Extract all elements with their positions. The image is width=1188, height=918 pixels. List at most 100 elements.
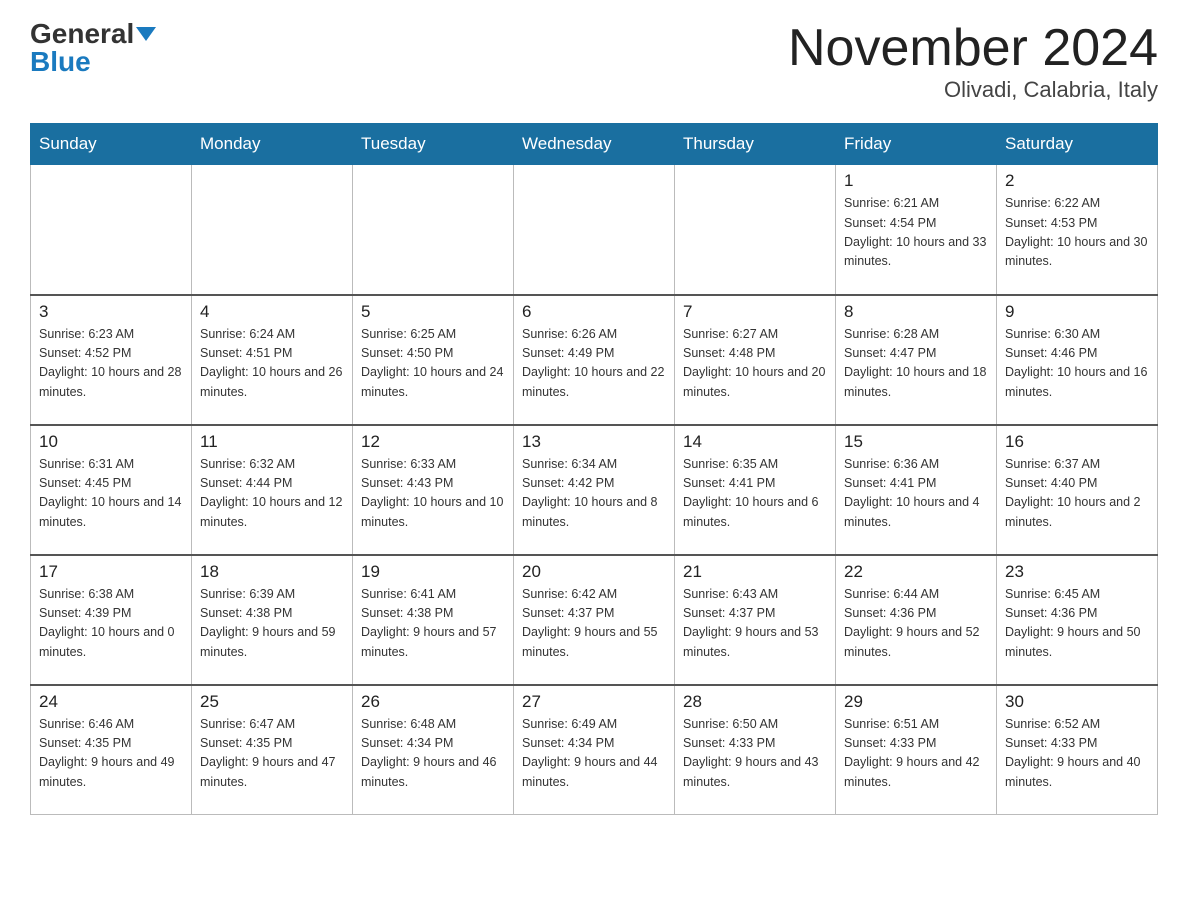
day-number: 18 — [200, 562, 344, 582]
day-number: 10 — [39, 432, 183, 452]
day-info: Sunrise: 6:52 AMSunset: 4:33 PMDaylight:… — [1005, 715, 1149, 793]
calendar-week-row: 24 Sunrise: 6:46 AMSunset: 4:35 PMDayligh… — [31, 685, 1158, 815]
day-number: 27 — [522, 692, 666, 712]
table-row: 5 Sunrise: 6:25 AMSunset: 4:50 PMDaylight… — [353, 295, 514, 425]
day-number: 5 — [361, 302, 505, 322]
table-row: 10 Sunrise: 6:31 AMSunset: 4:45 PMDayligh… — [31, 425, 192, 555]
table-row — [353, 165, 514, 295]
calendar-week-row: 17 Sunrise: 6:38 AMSunset: 4:39 PMDayligh… — [31, 555, 1158, 685]
table-row — [514, 165, 675, 295]
day-info: Sunrise: 6:35 AMSunset: 4:41 PMDaylight:… — [683, 455, 827, 533]
day-number: 8 — [844, 302, 988, 322]
day-info: Sunrise: 6:32 AMSunset: 4:44 PMDaylight:… — [200, 455, 344, 533]
page-header: General Blue November 2024 Olivadi, Cala… — [30, 20, 1158, 103]
table-row: 30 Sunrise: 6:52 AMSunset: 4:33 PMDayligh… — [997, 685, 1158, 815]
logo-triangle-icon — [136, 27, 156, 41]
table-row: 1Sunrise: 6:21 AMSunset: 4:54 PMDaylight… — [836, 165, 997, 295]
table-row: 7Sunrise: 6:27 AMSunset: 4:48 PMDaylight… — [675, 295, 836, 425]
col-wednesday: Wednesday — [514, 124, 675, 165]
day-number: 16 — [1005, 432, 1149, 452]
table-row: 15 Sunrise: 6:36 AMSunset: 4:41 PMDayligh… — [836, 425, 997, 555]
col-friday: Friday — [836, 124, 997, 165]
day-info: Sunrise: 6:24 AMSunset: 4:51 PMDaylight:… — [200, 325, 344, 403]
table-row: 8 Sunrise: 6:28 AMSunset: 4:47 PMDaylight… — [836, 295, 997, 425]
day-number: 24 — [39, 692, 183, 712]
day-number: 17 — [39, 562, 183, 582]
day-number: 3 — [39, 302, 183, 322]
location: Olivadi, Calabria, Italy — [788, 77, 1158, 103]
col-saturday: Saturday — [997, 124, 1158, 165]
table-row: 23Sunrise: 6:45 AMSunset: 4:36 PMDayligh… — [997, 555, 1158, 685]
table-row: 25 Sunrise: 6:47 AMSunset: 4:35 PMDayligh… — [192, 685, 353, 815]
day-info: Sunrise: 6:37 AMSunset: 4:40 PMDaylight:… — [1005, 455, 1149, 533]
day-info: Sunrise: 6:38 AMSunset: 4:39 PMDaylight:… — [39, 585, 183, 663]
table-row: 13 Sunrise: 6:34 AMSunset: 4:42 PMDayligh… — [514, 425, 675, 555]
day-number: 9 — [1005, 302, 1149, 322]
table-row: 11Sunrise: 6:32 AMSunset: 4:44 PMDayligh… — [192, 425, 353, 555]
day-info: Sunrise: 6:26 AMSunset: 4:49 PMDaylight:… — [522, 325, 666, 403]
day-info: Sunrise: 6:27 AMSunset: 4:48 PMDaylight:… — [683, 325, 827, 403]
table-row — [31, 165, 192, 295]
day-info: Sunrise: 6:48 AMSunset: 4:34 PMDaylight:… — [361, 715, 505, 793]
day-number: 30 — [1005, 692, 1149, 712]
table-row — [192, 165, 353, 295]
logo-general-text: General — [30, 20, 134, 48]
table-row: 2 Sunrise: 6:22 AMSunset: 4:53 PMDaylight… — [997, 165, 1158, 295]
day-number: 29 — [844, 692, 988, 712]
day-number: 26 — [361, 692, 505, 712]
day-info: Sunrise: 6:36 AMSunset: 4:41 PMDaylight:… — [844, 455, 988, 533]
day-number: 21 — [683, 562, 827, 582]
table-row: 4 Sunrise: 6:24 AMSunset: 4:51 PMDaylight… — [192, 295, 353, 425]
day-number: 25 — [200, 692, 344, 712]
table-row: 20Sunrise: 6:42 AMSunset: 4:37 PMDayligh… — [514, 555, 675, 685]
col-monday: Monday — [192, 124, 353, 165]
col-thursday: Thursday — [675, 124, 836, 165]
day-info: Sunrise: 6:46 AMSunset: 4:35 PMDaylight:… — [39, 715, 183, 793]
day-number: 20 — [522, 562, 666, 582]
calendar-week-row: 3 Sunrise: 6:23 AMSunset: 4:52 PMDaylight… — [31, 295, 1158, 425]
day-info: Sunrise: 6:31 AMSunset: 4:45 PMDaylight:… — [39, 455, 183, 533]
day-info: Sunrise: 6:41 AMSunset: 4:38 PMDaylight:… — [361, 585, 505, 663]
table-row: 6 Sunrise: 6:26 AMSunset: 4:49 PMDaylight… — [514, 295, 675, 425]
table-row: 22Sunrise: 6:44 AMSunset: 4:36 PMDayligh… — [836, 555, 997, 685]
day-info: Sunrise: 6:21 AMSunset: 4:54 PMDaylight:… — [844, 194, 988, 272]
table-row: 28Sunrise: 6:50 AMSunset: 4:33 PMDayligh… — [675, 685, 836, 815]
col-tuesday: Tuesday — [353, 124, 514, 165]
calendar-table: Sunday Monday Tuesday Wednesday Thursday… — [30, 123, 1158, 815]
day-info: Sunrise: 6:28 AMSunset: 4:47 PMDaylight:… — [844, 325, 988, 403]
table-row: 24 Sunrise: 6:46 AMSunset: 4:35 PMDayligh… — [31, 685, 192, 815]
day-info: Sunrise: 6:33 AMSunset: 4:43 PMDaylight:… — [361, 455, 505, 533]
day-number: 2 — [1005, 171, 1149, 191]
table-row: 29 Sunrise: 6:51 AMSunset: 4:33 PMDayligh… — [836, 685, 997, 815]
day-info: Sunrise: 6:50 AMSunset: 4:33 PMDaylight:… — [683, 715, 827, 793]
table-row: 27 Sunrise: 6:49 AMSunset: 4:34 PMDayligh… — [514, 685, 675, 815]
day-info: Sunrise: 6:43 AMSunset: 4:37 PMDaylight:… — [683, 585, 827, 663]
table-row: 18 Sunrise: 6:39 AMSunset: 4:38 PMDayligh… — [192, 555, 353, 685]
calendar-header-row: Sunday Monday Tuesday Wednesday Thursday… — [31, 124, 1158, 165]
table-row: 12 Sunrise: 6:33 AMSunset: 4:43 PMDayligh… — [353, 425, 514, 555]
day-info: Sunrise: 6:25 AMSunset: 4:50 PMDaylight:… — [361, 325, 505, 403]
table-row — [675, 165, 836, 295]
day-number: 4 — [200, 302, 344, 322]
day-number: 12 — [361, 432, 505, 452]
col-sunday: Sunday — [31, 124, 192, 165]
day-info: Sunrise: 6:49 AMSunset: 4:34 PMDaylight:… — [522, 715, 666, 793]
day-number: 15 — [844, 432, 988, 452]
table-row: 21 Sunrise: 6:43 AMSunset: 4:37 PMDayligh… — [675, 555, 836, 685]
logo-blue-text: Blue — [30, 48, 91, 76]
table-row: 16 Sunrise: 6:37 AMSunset: 4:40 PMDayligh… — [997, 425, 1158, 555]
table-row: 3 Sunrise: 6:23 AMSunset: 4:52 PMDaylight… — [31, 295, 192, 425]
day-info: Sunrise: 6:23 AMSunset: 4:52 PMDaylight:… — [39, 325, 183, 403]
day-info: Sunrise: 6:22 AMSunset: 4:53 PMDaylight:… — [1005, 194, 1149, 272]
table-row: 26 Sunrise: 6:48 AMSunset: 4:34 PMDayligh… — [353, 685, 514, 815]
calendar-week-row: 1Sunrise: 6:21 AMSunset: 4:54 PMDaylight… — [31, 165, 1158, 295]
day-info: Sunrise: 6:34 AMSunset: 4:42 PMDaylight:… — [522, 455, 666, 533]
table-row: 14Sunrise: 6:35 AMSunset: 4:41 PMDayligh… — [675, 425, 836, 555]
day-number: 13 — [522, 432, 666, 452]
day-info: Sunrise: 6:39 AMSunset: 4:38 PMDaylight:… — [200, 585, 344, 663]
day-info: Sunrise: 6:51 AMSunset: 4:33 PMDaylight:… — [844, 715, 988, 793]
calendar-week-row: 10 Sunrise: 6:31 AMSunset: 4:45 PMDayligh… — [31, 425, 1158, 555]
day-number: 6 — [522, 302, 666, 322]
month-title: November 2024 — [788, 20, 1158, 77]
day-info: Sunrise: 6:47 AMSunset: 4:35 PMDaylight:… — [200, 715, 344, 793]
